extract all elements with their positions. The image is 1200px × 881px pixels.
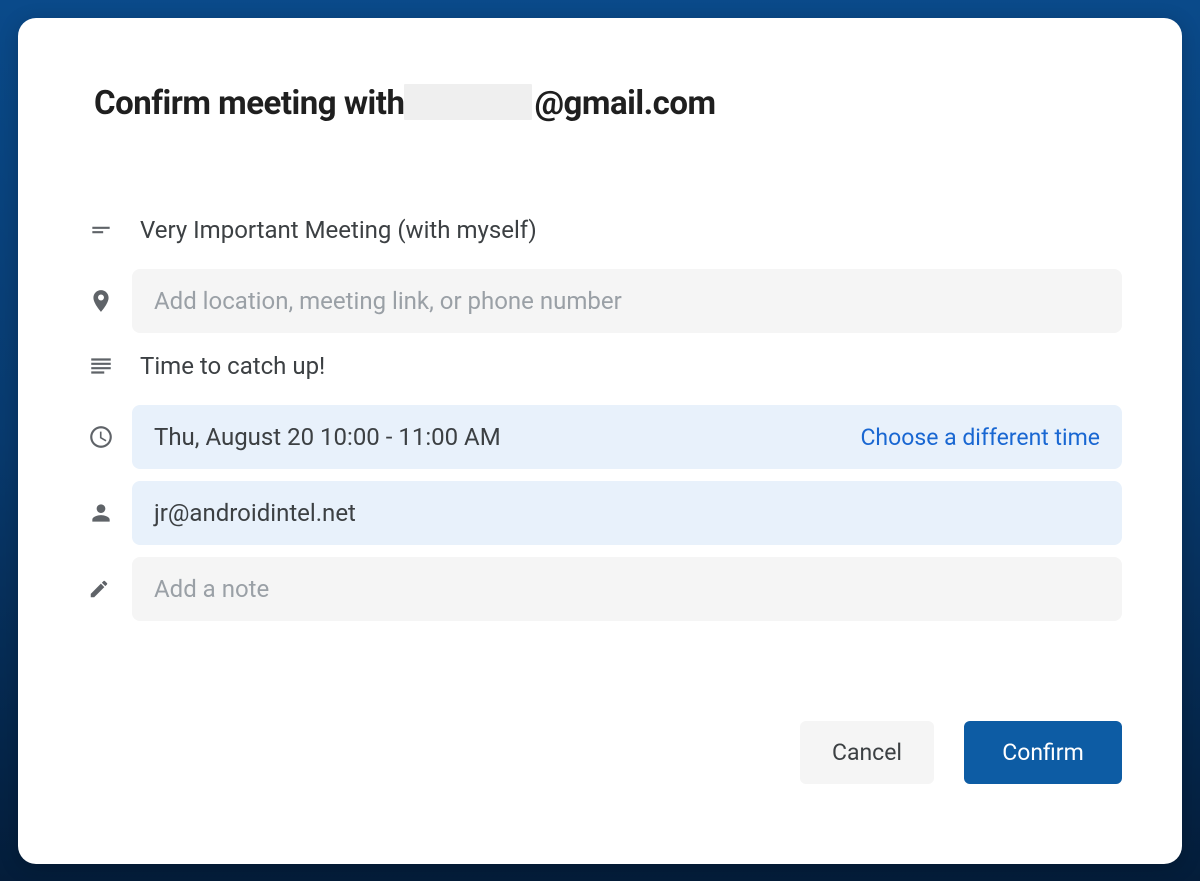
choose-different-time-link[interactable]: Choose a different time (860, 424, 1100, 451)
confirm-button[interactable]: Confirm (964, 721, 1122, 784)
time-value: Thu, August 20 10:00 - 11:00 AM (154, 423, 501, 451)
title-prefix: Confirm meeting with (94, 84, 404, 123)
notes-icon (88, 353, 114, 379)
description-row: Time to catch up! (78, 345, 1122, 387)
short-text-icon (88, 217, 114, 243)
description-icon-cell (88, 353, 132, 379)
attendee-email: jr@androidintel.net (154, 499, 356, 527)
redacted-email-user (404, 84, 532, 120)
dialog-title: Confirm meeting with @gmail.com (94, 84, 1122, 123)
meeting-confirm-card: Confirm meeting with @gmail.com Very Imp… (18, 18, 1182, 864)
note-icon-cell (88, 578, 132, 600)
location-row (78, 269, 1122, 333)
location-input[interactable] (132, 269, 1122, 333)
title-email-domain: @gmail.com (534, 84, 715, 123)
cancel-button[interactable]: Cancel (800, 721, 934, 784)
form-body: Very Important Meeting (with myself) Tim… (78, 209, 1122, 621)
title-icon (88, 217, 132, 243)
meeting-title-row: Very Important Meeting (with myself) (78, 209, 1122, 251)
location-pin-icon (88, 288, 114, 314)
attendee-field[interactable]: jr@androidintel.net (132, 481, 1122, 545)
meeting-title-text: Very Important Meeting (with myself) (132, 216, 537, 244)
time-icon-cell (88, 424, 132, 450)
action-buttons: Cancel Confirm (800, 721, 1122, 784)
note-row (78, 557, 1122, 621)
clock-icon (88, 424, 114, 450)
description-text: Time to catch up! (132, 352, 325, 380)
person-icon (88, 500, 114, 526)
attendee-icon-cell (88, 500, 132, 526)
time-row: Thu, August 20 10:00 - 11:00 AM Choose a… (78, 405, 1122, 469)
time-field[interactable]: Thu, August 20 10:00 - 11:00 AM Choose a… (132, 405, 1122, 469)
pencil-icon (88, 578, 110, 600)
note-input[interactable] (132, 557, 1122, 621)
attendee-row: jr@androidintel.net (78, 481, 1122, 545)
location-icon-cell (88, 288, 132, 314)
